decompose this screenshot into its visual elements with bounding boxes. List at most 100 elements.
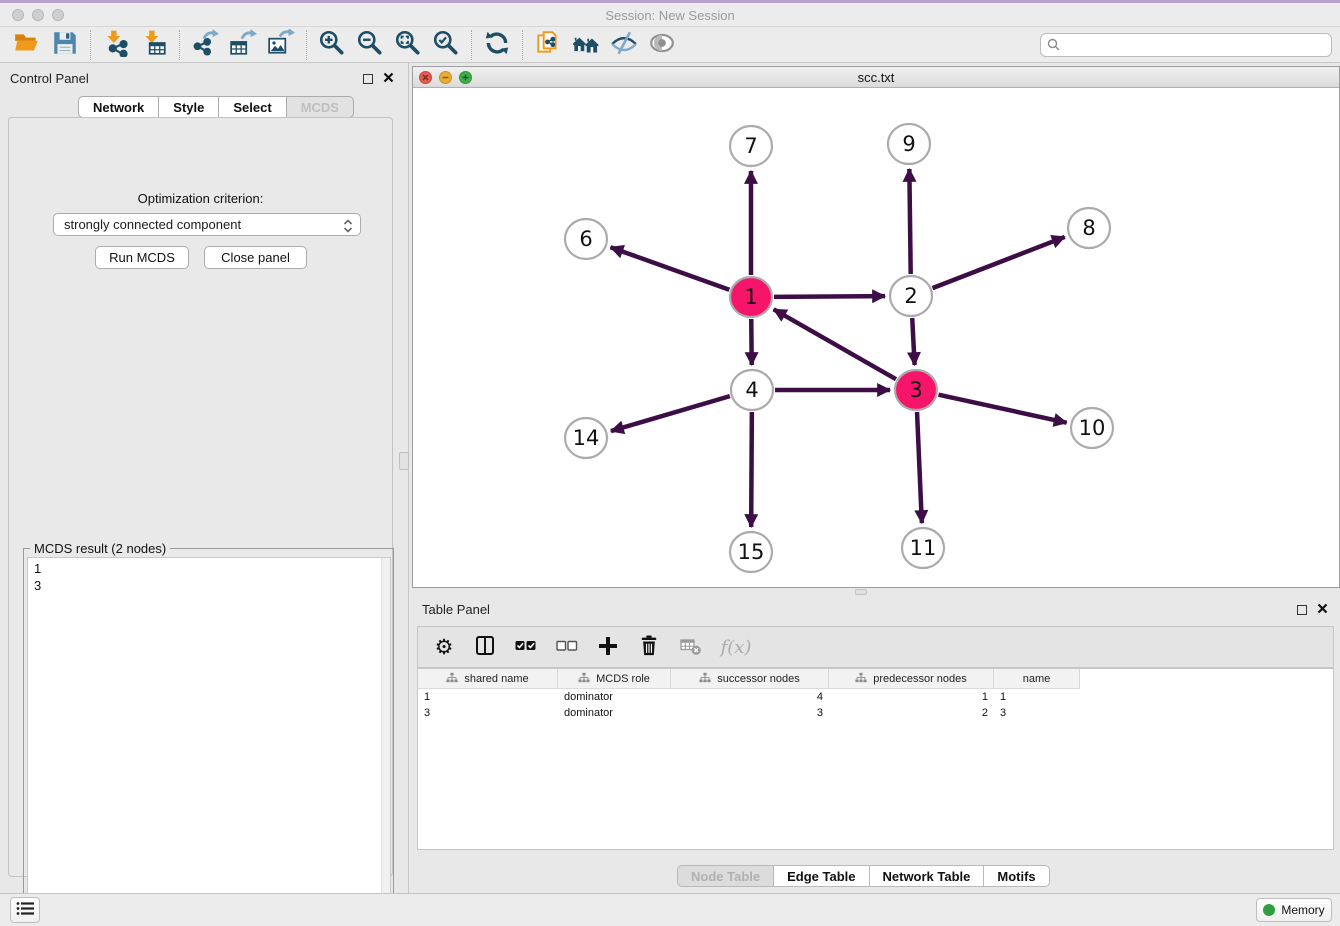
cell-shared-name[interactable]: 3 bbox=[418, 707, 558, 719]
cell-predecessor-nodes[interactable]: 2 bbox=[829, 707, 994, 719]
zoom-fit-icon bbox=[394, 29, 422, 60]
cell-successor-nodes[interactable]: 3 bbox=[671, 707, 829, 719]
plus-icon bbox=[598, 636, 618, 659]
control-panel-title: Control Panel bbox=[10, 71, 89, 86]
run-mcds-button[interactable]: Run MCDS bbox=[95, 246, 189, 269]
horizontal-splitter-handle[interactable] bbox=[855, 589, 867, 595]
graph-edge-3-11[interactable] bbox=[917, 412, 922, 523]
column-header-predecessor-nodes[interactable]: predecessor nodes bbox=[829, 669, 994, 689]
duplicate-network-button[interactable] bbox=[529, 29, 567, 61]
cell-mcds-role[interactable]: dominator bbox=[558, 707, 671, 719]
cell-shared-name[interactable]: 1 bbox=[418, 691, 558, 703]
column-header-successor-nodes[interactable]: successor nodes bbox=[671, 669, 829, 689]
memory-button[interactable]: Memory bbox=[1256, 898, 1332, 922]
import-table-icon bbox=[140, 29, 168, 60]
table-toolbar: ⚙ f(x) bbox=[417, 626, 1334, 668]
column-header-mcds-role[interactable]: MCDS role bbox=[558, 669, 671, 689]
cell-predecessor-nodes[interactable]: 1 bbox=[829, 691, 994, 703]
duplicate-network-icon bbox=[534, 29, 562, 60]
task-history-button[interactable] bbox=[10, 897, 40, 923]
checked-boxes-icon bbox=[515, 635, 537, 660]
import-table-button[interactable] bbox=[135, 29, 173, 61]
home-panels-button[interactable] bbox=[567, 29, 605, 61]
graph-node-label-3: 3 bbox=[909, 378, 922, 402]
optimization-criterion-select[interactable]: strongly connected component bbox=[53, 213, 361, 236]
table-panel: Table Panel ⚙ f(x) shared name MCDS role… bbox=[412, 596, 1340, 887]
zoom-out-icon bbox=[356, 29, 384, 60]
graph-edge-4-14[interactable] bbox=[611, 396, 730, 431]
column-header-shared-name[interactable]: shared name bbox=[418, 669, 558, 689]
show-columns-button[interactable] bbox=[473, 635, 497, 659]
zoom-in-button[interactable] bbox=[313, 29, 351, 61]
graph-node-label-11: 11 bbox=[910, 536, 937, 560]
network-graph[interactable]: 7968124314101511 bbox=[413, 88, 1339, 587]
delete-table-button[interactable] bbox=[678, 635, 702, 659]
graph-edge-1-2[interactable] bbox=[774, 296, 885, 297]
delete-table-icon bbox=[680, 636, 701, 659]
zoom-fit-button[interactable] bbox=[389, 29, 427, 61]
hide-eye-button[interactable] bbox=[605, 29, 643, 61]
column-header-name[interactable]: name bbox=[994, 669, 1080, 689]
cell-successor-nodes[interactable]: 4 bbox=[671, 691, 829, 703]
vertical-splitter-handle[interactable] bbox=[399, 452, 409, 470]
import-network-button[interactable] bbox=[97, 29, 135, 61]
zoom-out-button[interactable] bbox=[351, 29, 389, 61]
table-row[interactable]: 3 dominator 3 2 3 bbox=[418, 705, 1333, 721]
window-title: Session: New Session bbox=[0, 8, 1340, 23]
network-canvas[interactable]: 7968124314101511 bbox=[413, 88, 1339, 587]
main-toolbar bbox=[0, 27, 1340, 63]
mcds-result-area[interactable]: 1 3 bbox=[27, 557, 391, 923]
graph-edge-2-8[interactable] bbox=[932, 237, 1064, 288]
export-table-icon bbox=[229, 29, 257, 60]
open-session-button[interactable] bbox=[8, 29, 46, 61]
network-view-title: scc.txt bbox=[413, 70, 1339, 85]
refresh-icon bbox=[483, 29, 511, 60]
tab-style[interactable]: Style bbox=[159, 96, 219, 118]
tab-motifs[interactable]: Motifs bbox=[984, 865, 1049, 887]
tab-edge-table[interactable]: Edge Table bbox=[774, 865, 869, 887]
table-settings-button[interactable]: ⚙ bbox=[432, 635, 456, 659]
graph-edge-3-10[interactable] bbox=[938, 395, 1066, 423]
show-eye-button[interactable] bbox=[643, 29, 681, 61]
close-panel-icon[interactable] bbox=[383, 71, 394, 86]
close-panel-button[interactable]: Close panel bbox=[204, 246, 307, 269]
close-table-panel-icon[interactable] bbox=[1317, 602, 1328, 617]
hierarchy-icon bbox=[446, 672, 458, 687]
toolbar-separator bbox=[522, 30, 523, 60]
search-input[interactable] bbox=[1040, 33, 1332, 57]
save-session-button[interactable] bbox=[46, 29, 84, 61]
select-all-columns-button[interactable] bbox=[514, 635, 538, 659]
cell-name[interactable]: 3 bbox=[994, 707, 1080, 719]
deselect-all-columns-button[interactable] bbox=[555, 635, 579, 659]
toolbar-separator bbox=[306, 30, 307, 60]
graph-edge-2-3[interactable] bbox=[912, 318, 914, 365]
export-table-button[interactable] bbox=[224, 29, 262, 61]
node-table[interactable]: shared name MCDS role successor nodes pr… bbox=[417, 668, 1334, 850]
tab-select[interactable]: Select bbox=[219, 96, 286, 118]
memory-label: Memory bbox=[1281, 903, 1324, 917]
export-image-button[interactable] bbox=[262, 29, 300, 61]
graph-node-label-9: 9 bbox=[902, 132, 915, 156]
graph-edge-1-6[interactable] bbox=[611, 247, 730, 289]
toolbar-separator bbox=[90, 30, 91, 60]
cell-mcds-role[interactable]: dominator bbox=[558, 691, 671, 703]
refresh-layout-button[interactable] bbox=[478, 29, 516, 61]
cell-name[interactable]: 1 bbox=[994, 691, 1080, 703]
graph-node-label-2: 2 bbox=[904, 284, 917, 308]
table-row[interactable]: 1 dominator 4 1 1 bbox=[418, 689, 1333, 705]
float-panel-icon[interactable] bbox=[363, 74, 373, 84]
tab-mcds[interactable]: MCDS bbox=[287, 96, 354, 118]
result-scrollbar[interactable] bbox=[381, 558, 390, 922]
graph-edge-3-1[interactable] bbox=[774, 309, 896, 379]
zoom-selected-button[interactable] bbox=[427, 29, 465, 61]
delete-column-button[interactable] bbox=[637, 635, 661, 659]
graph-edge-2-9[interactable] bbox=[909, 169, 910, 274]
graph-edge-4-15[interactable] bbox=[751, 412, 752, 527]
function-builder-button[interactable]: f(x) bbox=[719, 635, 753, 659]
float-table-panel-icon[interactable] bbox=[1297, 605, 1307, 615]
add-column-button[interactable] bbox=[596, 635, 620, 659]
export-network-button[interactable] bbox=[186, 29, 224, 61]
tab-node-table[interactable]: Node Table bbox=[677, 865, 774, 887]
tab-network[interactable]: Network bbox=[78, 96, 159, 118]
tab-network-table[interactable]: Network Table bbox=[870, 865, 985, 887]
